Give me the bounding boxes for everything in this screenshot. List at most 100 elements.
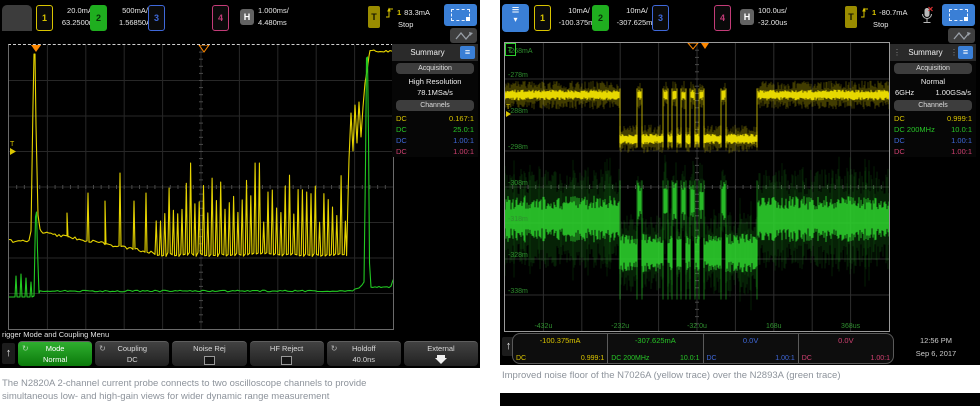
summary-sidebar: ⋮ Summary ⋮ ≡ Acquisition Normal 6GHz 1.… (890, 44, 976, 157)
trigger-button[interactable]: T (368, 6, 380, 28)
down-arrow-icon (434, 358, 447, 368)
cropped-image-strip (500, 393, 980, 406)
channel4-status-box[interactable]: 0.0V DC 1.00:1 (797, 334, 893, 363)
timebase-settings[interactable]: 100.0us/ -32.00us (758, 5, 808, 29)
channels-header: Channels (396, 100, 474, 111)
channel3-button[interactable]: 3 (652, 5, 669, 31)
date: Sep 6, 2017 (915, 349, 957, 358)
svg-text:T: T (508, 46, 513, 55)
drag-grip-icon[interactable]: ⋮ (893, 48, 901, 57)
softkey-external[interactable]: External (403, 341, 479, 368)
dashed-rectangle-icon (451, 9, 470, 21)
channel-status-bar: -100.375mA DC 0.999:1 -307.625mA DC 200MH… (512, 333, 894, 364)
trigger-button[interactable]: T (845, 6, 857, 28)
waveform-tool-button[interactable] (948, 28, 975, 43)
menu-status-line: rigger Mode and Coupling Menu (2, 330, 110, 339)
channel4-button[interactable]: 4 (212, 5, 229, 31)
time: 12:56 PM (919, 336, 953, 345)
sidebar-menu-icon[interactable]: ≡ (460, 46, 475, 59)
back-up-button[interactable]: ↑ (2, 343, 15, 364)
microphone-muted-icon[interactable] (920, 6, 934, 26)
svg-text:368us: 368us (841, 323, 861, 330)
rotary-icon: ↻ (99, 344, 106, 353)
acquisition-header: Acquisition (396, 63, 474, 74)
timebase-settings[interactable]: 1.000ms/ 4.480ms (258, 5, 308, 29)
sample-rate: 1.00GSa/s (935, 88, 971, 97)
channel4-button[interactable]: 4 (714, 5, 731, 31)
channel4-summary-row: DC 1.00:1 (396, 147, 474, 156)
summary-header[interactable]: Summary ≡ (392, 44, 478, 61)
channel1-button[interactable]: 1 (36, 5, 53, 31)
channel2-number: 2 (597, 13, 603, 23)
channel2-button[interactable]: 2 (592, 5, 609, 31)
channel2-number: 2 (95, 13, 101, 23)
menu-button[interactable] (2, 5, 32, 31)
softkey-coupling[interactable]: ↻ Coupling DC (95, 341, 170, 366)
channel2-summary-row: DC 25.0:1 (396, 125, 474, 134)
waveform-tool-button[interactable] (450, 28, 477, 43)
channel4-number: 4 (217, 13, 223, 23)
channel3-summary-row: DC 1.00:1 (894, 136, 972, 145)
svg-text:T: T (506, 104, 511, 111)
channel2-button[interactable]: 2 (90, 5, 107, 31)
timebase-delay: 4.480ms (258, 18, 287, 27)
summary-header[interactable]: ⋮ Summary ⋮ ≡ (890, 44, 976, 61)
menu-button[interactable]: ≡ ▾ (502, 3, 529, 32)
acquisition-mode: Normal (920, 77, 946, 86)
down-triangle-icon: ▾ (513, 15, 518, 24)
channel4-number: 4 (719, 13, 725, 23)
svg-text:-432u: -432u (534, 323, 552, 330)
summary-title: Summary (410, 48, 445, 57)
checkbox-unchecked[interactable] (203, 356, 215, 365)
rotary-icon: ↻ (330, 344, 338, 353)
trigger-status[interactable]: 1 -80.7mA Stop (860, 6, 908, 30)
svg-text:-232u: -232u (611, 323, 629, 330)
softkey-mode[interactable]: ↻ Mode Normal (18, 341, 93, 366)
sidebar-menu-icon[interactable]: ≡ (958, 46, 973, 59)
channel1-number: 1 (539, 13, 545, 23)
timebase-delay: -32.00us (758, 18, 788, 27)
svg-text:T: T (10, 141, 15, 148)
trigger-source: 1 (872, 8, 877, 17)
channel3-button[interactable]: 3 (148, 5, 165, 31)
rect-select-button[interactable] (942, 4, 975, 26)
checkbox-unchecked[interactable] (281, 356, 293, 365)
run-state: Stop (873, 20, 889, 29)
svg-text:-338m: -338m (508, 288, 528, 295)
timebase-scale: 1.000ms/ (258, 6, 289, 15)
svg-text:-278m: -278m (508, 72, 528, 79)
trigger-level: 83.3mA (404, 8, 431, 17)
page: 1 20.0mA/ 63.2500mA 2 500mA/ 1.56850A 3 … (0, 0, 980, 406)
summary-sidebar: Summary ≡ Acquisition High Resolution 78… (392, 44, 478, 157)
trigger-status[interactable]: 1 83.3mA Stop (385, 6, 430, 30)
channel1-status-box[interactable]: -100.375mA DC 0.999:1 (513, 334, 607, 363)
svg-text:-328m: -328m (508, 252, 528, 259)
trigger-label: T (848, 12, 854, 22)
svg-text:-32.0u: -32.0u (687, 323, 707, 330)
softkey-hf-reject[interactable]: HF Reject (249, 341, 324, 366)
channel1-summary-row: DC 0.999:1 (894, 114, 972, 123)
channel2-status-box[interactable]: -307.625mA DC 200MHz 10.0:1 (607, 334, 702, 363)
channel3-summary-row: DC 1.00:1 (396, 136, 474, 145)
channel3-number: 3 (657, 13, 663, 23)
softkey-holdoff[interactable]: ↻ Holdoff 40.0ns (326, 341, 401, 366)
channel3-status-box[interactable]: 0.0V DC 1.00:1 (702, 334, 798, 363)
horizontal-button[interactable]: H (740, 9, 754, 25)
channel2-summary-row: DC 200MHz 10.0:1 (894, 125, 972, 134)
rect-select-button[interactable] (444, 4, 477, 26)
rising-edge-icon (386, 7, 393, 18)
channel1-button[interactable]: 1 (534, 5, 551, 31)
horizontal-button[interactable]: H (240, 9, 254, 25)
trigger-level: -80.7mA (879, 8, 908, 17)
acquisition-mode: High Resolution (408, 77, 462, 86)
bandwidth: 6GHz (895, 88, 915, 97)
softkey-menu: ↻ Mode Normal ↻ Coupling DC Noise Rej HF R… (18, 341, 479, 368)
summary-title: Summary (908, 48, 943, 57)
trigger-label: T (371, 12, 377, 22)
trigger-source: 1 (397, 8, 402, 17)
left-oscilloscope-screenshot: 1 20.0mA/ 63.2500mA 2 500mA/ 1.56850A 3 … (0, 0, 480, 368)
horizontal-label: H (743, 12, 751, 22)
right-oscilloscope-screenshot: ≡ ▾ 1 10mA/ -100.375mA 2 10mA/ -307.625m… (500, 0, 980, 365)
drag-grip-icon[interactable]: ⋮ (950, 48, 958, 57)
softkey-noise-rej[interactable]: Noise Rej (172, 341, 247, 366)
